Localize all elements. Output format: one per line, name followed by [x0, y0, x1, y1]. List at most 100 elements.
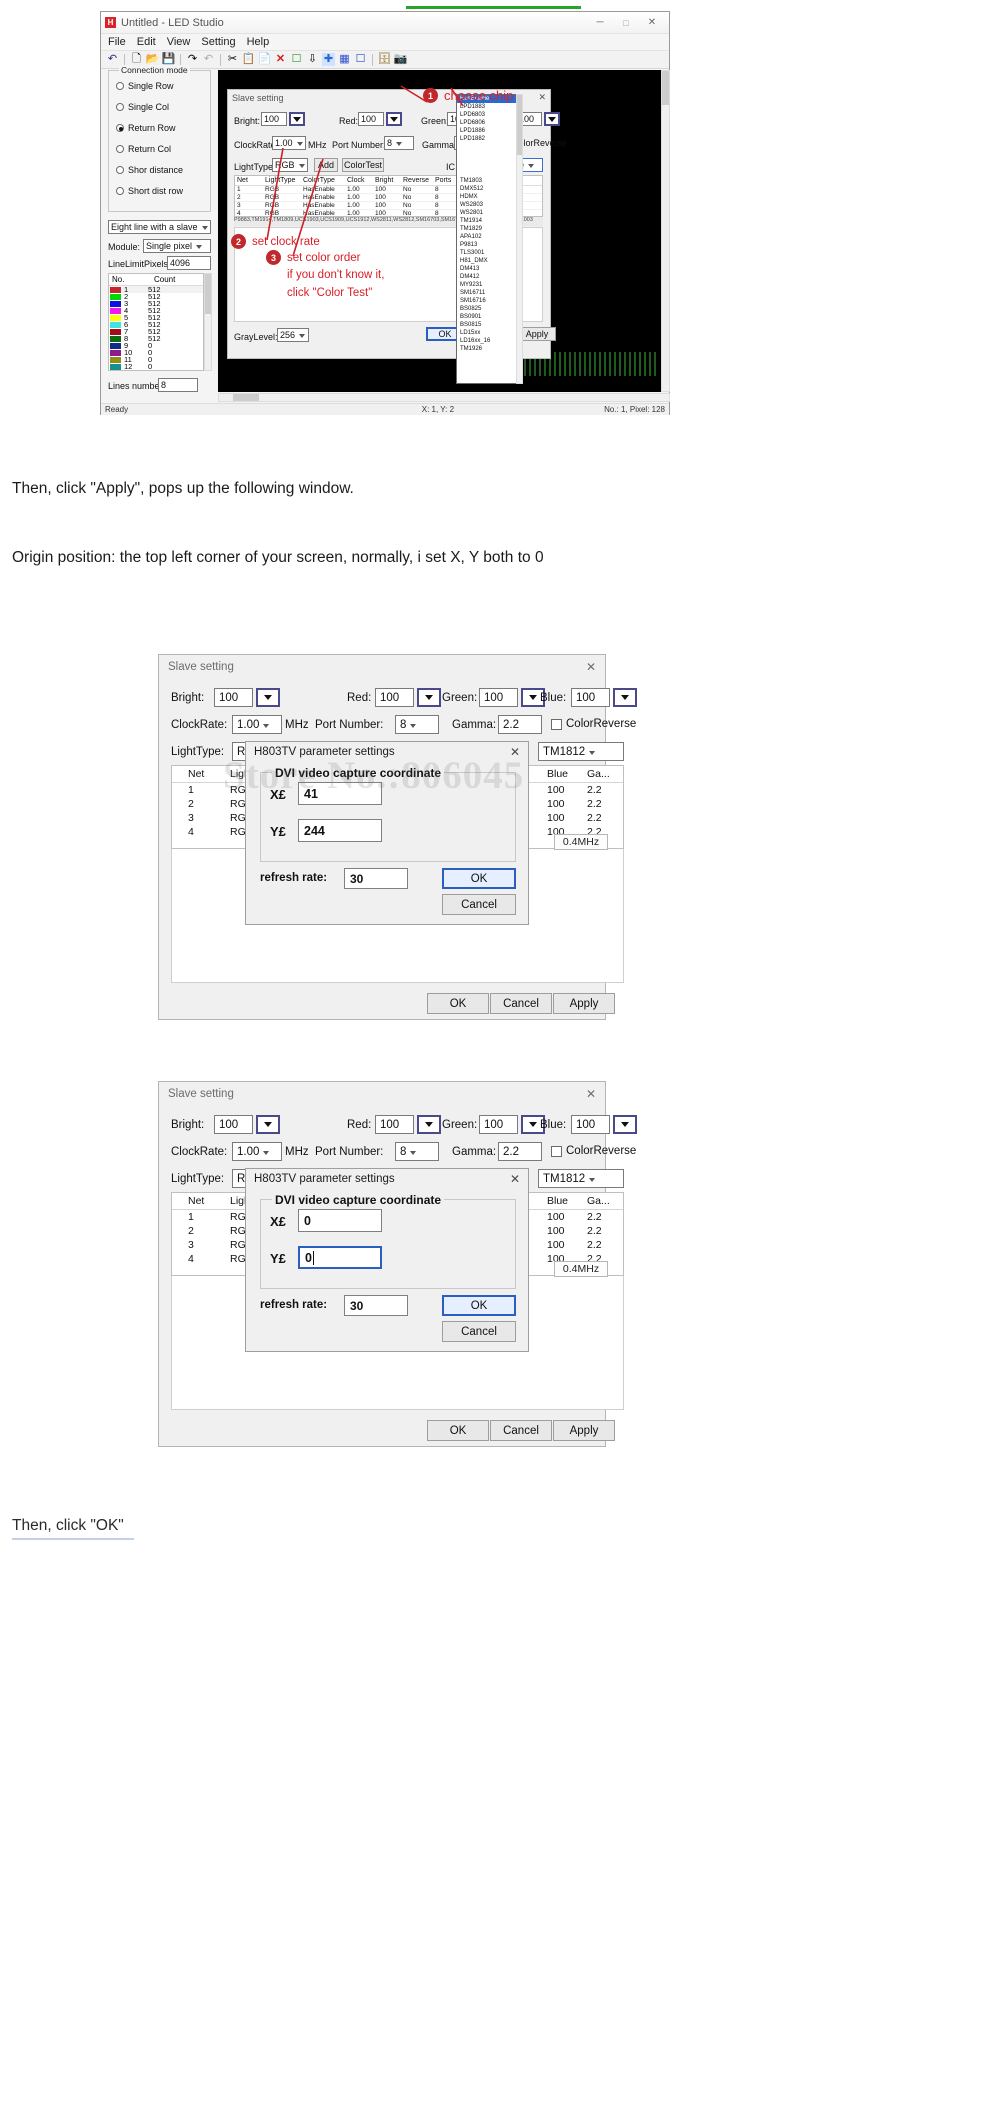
- radio-shor-distance[interactable]: Shor distance: [116, 165, 183, 175]
- dialog3-red-input[interactable]: 100: [375, 1115, 414, 1134]
- dialog2-clockrate-select[interactable]: 1.00: [232, 715, 282, 734]
- ic-list-item[interactable]: BS0815: [457, 321, 521, 329]
- h803tv1-refresh-input[interactable]: 30: [344, 868, 408, 889]
- ic-list-item[interactable]: LPD1886: [457, 127, 521, 135]
- ic-list-item[interactable]: WS2801: [457, 209, 521, 217]
- redo-icon[interactable]: ↶: [202, 53, 215, 66]
- dialog1-apply-button[interactable]: Apply: [518, 327, 556, 341]
- ic-list-item[interactable]: LD16xx_16: [457, 337, 521, 345]
- bright-spinner[interactable]: [289, 112, 305, 126]
- dialog3-gamma-input[interactable]: 2.2: [498, 1142, 542, 1161]
- lighttype-select[interactable]: RGB: [272, 158, 308, 172]
- canvas-hscrollbar[interactable]: [218, 393, 670, 402]
- ic-list-item[interactable]: MY9231: [457, 281, 521, 289]
- ic-list-item[interactable]: TM1914: [457, 217, 521, 225]
- menu-edit[interactable]: Edit: [137, 36, 156, 48]
- ic-type-dropdown-list[interactable]: HasEnable LPD1883 LPD6803 LPD6806 LPD1886 LPD…: [456, 94, 522, 384]
- h803tv2-ok-button[interactable]: OK: [442, 1295, 516, 1316]
- dialog2-apply-button[interactable]: Apply: [553, 993, 615, 1014]
- dialog2-bright-spinner[interactable]: [256, 688, 280, 707]
- h803tv2-refresh-input[interactable]: 30: [344, 1295, 408, 1316]
- save-all-icon[interactable]: 🗄: [378, 53, 392, 66]
- dialog2-cancel-button[interactable]: Cancel: [490, 993, 552, 1014]
- maximize-button[interactable]: □: [613, 18, 639, 28]
- h803tv1-close-icon[interactable]: ✕: [510, 745, 520, 759]
- h803tv1-x-input[interactable]: 41: [298, 782, 382, 805]
- scrollbar-thumb[interactable]: [233, 394, 259, 401]
- blue-spinner[interactable]: [544, 112, 560, 126]
- line-mode-select[interactable]: Eight line with a slave: [108, 220, 211, 234]
- dialog3-blue-spinner[interactable]: [613, 1115, 637, 1134]
- export-icon[interactable]: 📷: [394, 53, 408, 66]
- dialog3-bright-input[interactable]: 100: [214, 1115, 253, 1134]
- ic-list-item[interactable]: BS0901: [457, 313, 521, 321]
- dialog2-red-spinner[interactable]: [417, 688, 441, 707]
- ic-list-item[interactable]: P9813: [457, 241, 521, 249]
- dialog2-ok-button[interactable]: OK: [427, 993, 489, 1014]
- radio-single-row[interactable]: Single Row: [116, 81, 174, 91]
- menu-setting[interactable]: Setting: [201, 36, 235, 48]
- ic-list-item[interactable]: TLS3001: [457, 249, 521, 257]
- bright-input[interactable]: 100: [261, 112, 287, 126]
- dialog2-blue-input[interactable]: 100: [571, 688, 610, 707]
- dialog2-red-input[interactable]: 100: [375, 688, 414, 707]
- ic-list-item[interactable]: LPD1883: [457, 103, 521, 111]
- net-count-table[interactable]: No. Count 1 512 2 512 3 512 4 512 5 512 6 512 7 512 8 5…: [108, 273, 204, 371]
- net-table-scrollbar[interactable]: [204, 273, 212, 371]
- ic-list-item[interactable]: TM1803: [457, 177, 521, 185]
- dialog2-gamma-input[interactable]: 2.2: [498, 715, 542, 734]
- back-arrow-icon[interactable]: ↶: [106, 53, 119, 66]
- canvas-vscrollbar[interactable]: [661, 70, 670, 392]
- dialog3-close-icon[interactable]: ✕: [586, 1087, 596, 1101]
- dialog3-clockrate-select[interactable]: 1.00: [232, 1142, 282, 1161]
- dialog2-blue-spinner[interactable]: [613, 688, 637, 707]
- ic-list-item[interactable]: BS0825: [457, 305, 521, 313]
- h803tv2-y-input[interactable]: 0: [298, 1246, 382, 1269]
- dialog2-green-input[interactable]: 100: [479, 688, 518, 707]
- dialog3-cancel-button[interactable]: Cancel: [490, 1420, 552, 1441]
- port-select[interactable]: 8: [384, 136, 414, 150]
- dialog3-ok-button[interactable]: OK: [427, 1420, 489, 1441]
- red-input[interactable]: 100: [358, 112, 384, 126]
- graylevel-select[interactable]: 256: [277, 328, 309, 342]
- table-row[interactable]: 130: [124, 369, 152, 370]
- delete-icon[interactable]: ✕: [274, 53, 287, 66]
- colortest-button[interactable]: ColorTest: [342, 158, 384, 172]
- ic-list-item[interactable]: DM413: [457, 265, 521, 273]
- shape-icon[interactable]: ☐: [290, 53, 303, 66]
- dialog1-close-icon[interactable]: ✕: [538, 92, 546, 103]
- ic-list-item[interactable]: LPD1882: [457, 135, 521, 143]
- h803tv2-x-input[interactable]: 0: [298, 1209, 382, 1232]
- ic-list-item[interactable]: TM1829: [457, 225, 521, 233]
- lines-number-input[interactable]: 8: [158, 378, 198, 392]
- add-button[interactable]: Add: [314, 158, 338, 172]
- dialog3-colorreverse-checkbox[interactable]: ColorReverse: [551, 1145, 636, 1157]
- ic-list-item[interactable]: LPD6806: [457, 119, 521, 127]
- ic-list-item[interactable]: SM16711: [457, 289, 521, 297]
- radio-return-col[interactable]: Return Col: [116, 144, 171, 154]
- dialog3-green-input[interactable]: 100: [479, 1115, 518, 1134]
- dialog2-port-select[interactable]: 8: [395, 715, 439, 734]
- ic-list-item[interactable]: DMX512: [457, 185, 521, 193]
- crosshair-icon[interactable]: ✚: [322, 53, 335, 66]
- scrollbar-thumb[interactable]: [517, 95, 522, 155]
- ic-list-item[interactable]: HDMX: [457, 193, 521, 201]
- ic-list-item[interactable]: DM412: [457, 273, 521, 281]
- red-spinner[interactable]: [386, 112, 402, 126]
- paste-icon[interactable]: 📄: [258, 53, 272, 66]
- linelimit-input[interactable]: 4096: [167, 256, 211, 270]
- dialog2-close-icon[interactable]: ✕: [586, 660, 596, 674]
- dialog3-bright-spinner[interactable]: [256, 1115, 280, 1134]
- h803tv1-ok-button[interactable]: OK: [442, 868, 516, 889]
- ic-list-item[interactable]: H81_DMX: [457, 257, 521, 265]
- radio-single-col[interactable]: Single Col: [116, 102, 169, 112]
- menu-file[interactable]: File: [108, 36, 126, 48]
- dialog2-bright-input[interactable]: 100: [214, 688, 253, 707]
- ic-dropdown-scrollbar[interactable]: [516, 94, 523, 384]
- dialog3-red-spinner[interactable]: [417, 1115, 441, 1134]
- h803tv2-cancel-button[interactable]: Cancel: [442, 1321, 516, 1342]
- dialog3-port-select[interactable]: 8: [395, 1142, 439, 1161]
- grid-icon[interactable]: ▦: [338, 53, 351, 66]
- ic-list-item[interactable]: WS2803: [457, 201, 521, 209]
- h803tv1-y-input[interactable]: 244: [298, 819, 382, 842]
